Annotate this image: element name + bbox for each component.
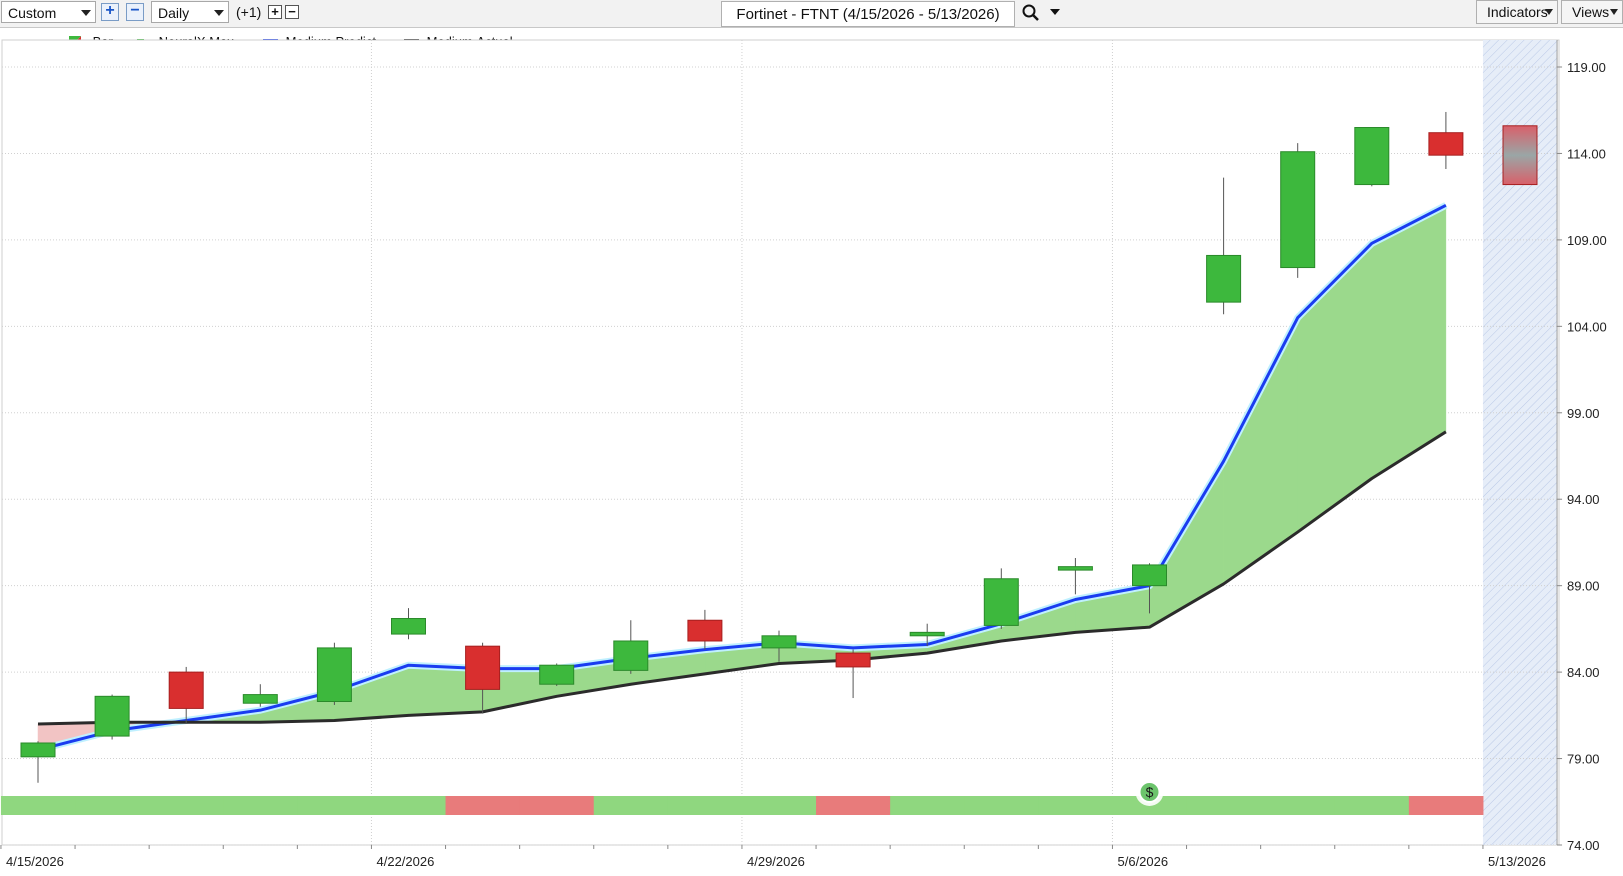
- price-candle: [465, 645, 501, 690]
- price-candle: [1206, 254, 1242, 303]
- x-tick-label: 4/15/2026: [6, 854, 64, 869]
- x-tick-label: 5/13/2026: [1488, 854, 1546, 869]
- price-chart[interactable]: $119.00 114.00 109.00 104.00 99.00 94.00 89.00…: [0, 28, 1623, 876]
- signal-band-segment: [149, 796, 224, 815]
- price-candle: [242, 694, 278, 704]
- signal-band-segment: [371, 796, 447, 815]
- signal-band-segment: [519, 796, 595, 815]
- signal-band-segment: [223, 796, 298, 815]
- y-tick-label: 119.00: [1567, 60, 1606, 75]
- chevron-down-icon: [1050, 9, 1060, 15]
- x-tick-label: 4/29/2026: [747, 854, 805, 869]
- signal-band-segment: [1186, 796, 1262, 815]
- signal-band-segment: [667, 796, 743, 815]
- price-candle: [909, 631, 945, 637]
- y-tick-label: 89.00: [1567, 579, 1600, 594]
- y-tick-label: 99.00: [1567, 406, 1600, 421]
- signal-band-segment: [0, 796, 76, 815]
- price-candle: [94, 695, 130, 737]
- period-dropdown-value: Daily: [158, 5, 190, 21]
- views-button[interactable]: Views: [1561, 0, 1623, 24]
- price-candle: [835, 652, 871, 668]
- price-candle: [1354, 127, 1390, 186]
- signal-band-segment: [890, 796, 965, 815]
- chevron-down-icon: [1610, 9, 1618, 15]
- signal-band-segment: [445, 796, 521, 815]
- zoom-out-button[interactable]: −: [126, 3, 144, 21]
- signal-band-segment: [75, 796, 150, 815]
- price-candle: [983, 578, 1019, 626]
- chevron-down-icon: [1545, 9, 1553, 15]
- offset-label: (+1): [236, 4, 262, 20]
- x-tick-label: 5/6/2026: [1118, 854, 1169, 869]
- y-tick-label: 114.00: [1567, 146, 1606, 161]
- price-candle: [761, 635, 797, 649]
- chevron-down-icon: [214, 10, 224, 16]
- chevron-down-icon: [81, 10, 91, 16]
- search-icon[interactable]: [1020, 3, 1064, 23]
- indicators-button[interactable]: Indicators: [1476, 0, 1558, 24]
- signal-band-segment: [741, 796, 817, 815]
- offset-decrease-button[interactable]: −: [285, 5, 299, 19]
- template-dropdown[interactable]: Custom: [1, 1, 96, 23]
- price-candle: [1057, 566, 1093, 571]
- price-candle: [168, 671, 204, 709]
- chart-title[interactable]: Fortinet - FTNT (4/15/2026 - 5/13/2026): [721, 1, 1015, 27]
- signal-band-segment: [1260, 796, 1336, 815]
- indicators-label: Indicators: [1487, 4, 1548, 20]
- y-tick-label: 84.00: [1567, 665, 1600, 680]
- price-candle: [539, 664, 575, 685]
- y-tick-label: 104.00: [1567, 319, 1607, 334]
- price-candle: [391, 618, 426, 635]
- y-tick-label: 74.00: [1567, 838, 1600, 853]
- x-tick-label: 4/22/2026: [377, 854, 435, 869]
- projected-candle: [1502, 125, 1538, 186]
- price-candle: [1280, 151, 1316, 269]
- signal-band-segment: [816, 796, 891, 815]
- y-tick-label: 109.00: [1567, 233, 1607, 248]
- dollar-signal-label: $: [1146, 784, 1154, 800]
- signal-band-segment: [1408, 796, 1484, 815]
- period-dropdown[interactable]: Daily: [151, 1, 229, 23]
- signal-band-segment: [297, 796, 372, 815]
- price-candle: [613, 640, 649, 671]
- offset-increase-button[interactable]: +: [268, 5, 282, 19]
- y-tick-label: 94.00: [1567, 492, 1600, 507]
- price-candle: [316, 647, 352, 703]
- price-candle: [20, 742, 56, 758]
- price-candle: [687, 619, 723, 642]
- template-dropdown-value: Custom: [8, 5, 57, 21]
- signal-band-segment: [593, 796, 669, 815]
- signal-band-segment: [1038, 796, 1113, 815]
- price-candle: [1132, 564, 1167, 587]
- toolbar: Custom + − Daily (+1) + − Fortinet - FTN…: [0, 0, 1623, 28]
- views-label: Views: [1572, 4, 1610, 20]
- signal-band-segment: [964, 796, 1039, 815]
- zoom-in-button[interactable]: +: [101, 3, 119, 21]
- y-tick-label: 79.00: [1567, 752, 1600, 767]
- signal-band-segment: [1334, 796, 1410, 815]
- price-candle: [1428, 132, 1464, 156]
